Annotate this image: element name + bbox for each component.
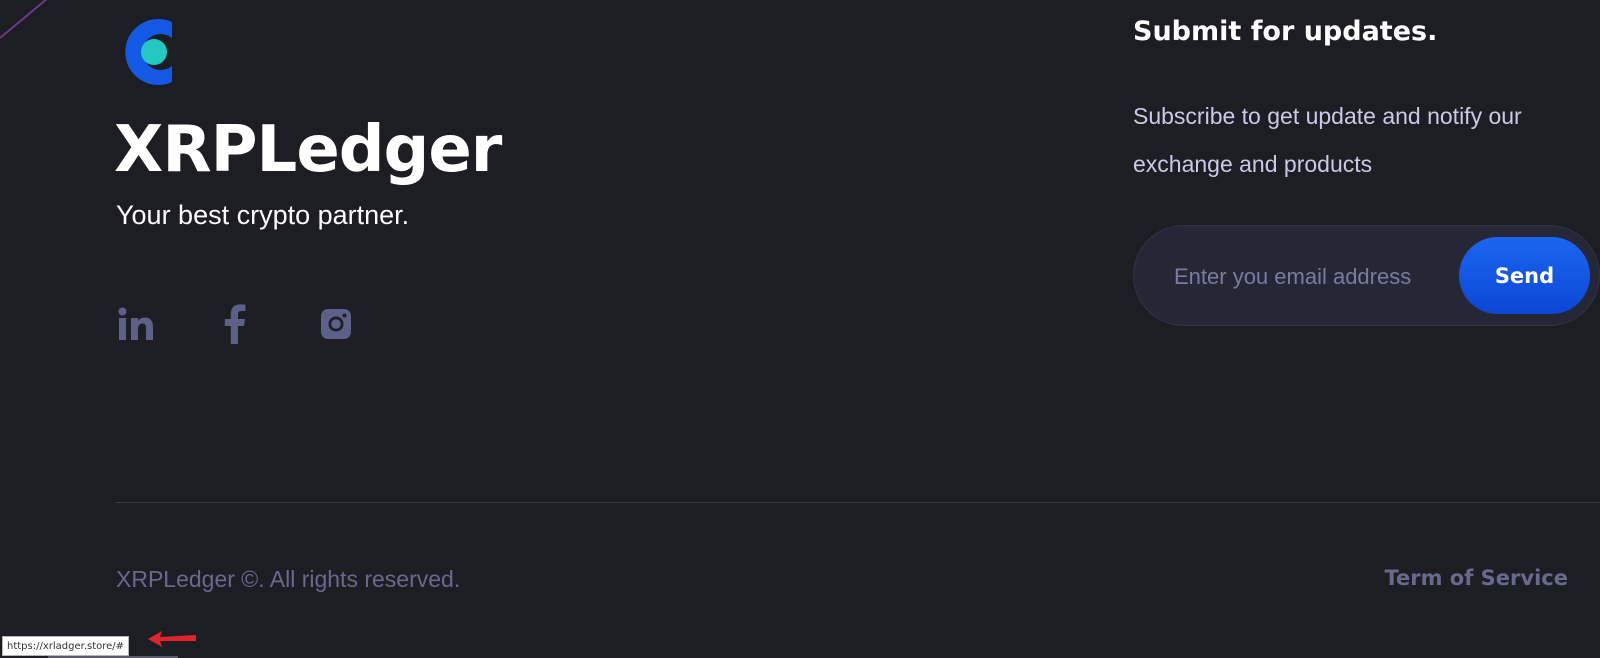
- facebook-icon[interactable]: [215, 304, 255, 344]
- terms-of-service-link[interactable]: Term of Service: [1384, 566, 1568, 590]
- updates-title: Submit for updates.: [1133, 16, 1438, 47]
- instagram-icon[interactable]: [316, 304, 356, 344]
- subscribe-form: Send: [1133, 225, 1600, 326]
- brand-name: XRPLedger: [114, 113, 502, 187]
- copyright-text: XRPLedger ©. All rights reserved.: [116, 566, 461, 592]
- annotation-arrow-icon: [146, 628, 202, 650]
- brand-logo-icon[interactable]: [116, 14, 174, 90]
- send-button[interactable]: Send: [1459, 237, 1590, 314]
- corner-decoration: [0, 0, 60, 60]
- brand-tagline: Your best crypto partner.: [116, 200, 410, 230]
- updates-description: Subscribe to get update and notify our e…: [1133, 103, 1522, 177]
- status-bar-url: https://xrladger.store/#: [2, 636, 130, 656]
- footer-section: XRPLedger Your best crypto partner. Subm…: [0, 0, 1600, 658]
- linkedin-icon[interactable]: [116, 304, 156, 344]
- footer-divider: [116, 502, 1600, 503]
- email-input[interactable]: [1172, 256, 1436, 298]
